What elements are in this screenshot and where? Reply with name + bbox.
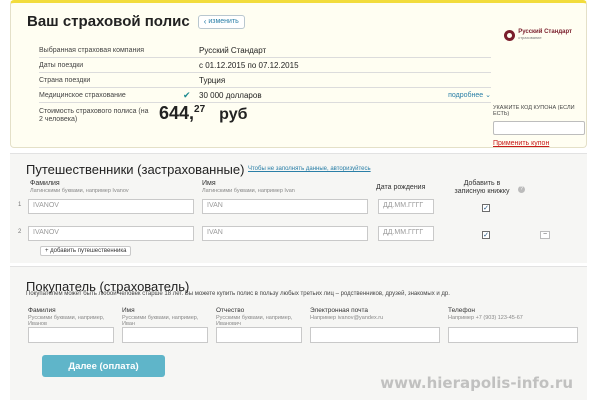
- buyer-note: Покупателем может быть любой человек ста…: [26, 291, 450, 297]
- chevron-down-icon: ⌄: [485, 92, 491, 99]
- coupon-block: УКАЖИТЕ КОД КУПОНА (ЕСЛИ ЕСТЬ) Применить…: [493, 105, 589, 147]
- buyer-patronymic-input[interactable]: [216, 327, 302, 343]
- traveller-firstname-input[interactable]: IVAN: [202, 226, 368, 241]
- policy-row-label: Даты поездки: [39, 61, 84, 69]
- buyer-email-input[interactable]: [310, 327, 440, 343]
- buyer-email-header: Электронная почта: [310, 307, 369, 314]
- russian-standard-logo: Русский Стандарт страхование: [504, 29, 572, 41]
- col-lastname-header: Фамилия: [30, 180, 60, 187]
- travellers-title: Путешественники (застрахованные): [26, 162, 245, 177]
- info-icon[interactable]: ?: [518, 186, 525, 193]
- buyer-firstname-hint: Русскими буквами, например, Иван: [122, 315, 199, 327]
- traveller-lastname-input[interactable]: IVANOV: [28, 226, 194, 241]
- add-to-notebook-checkbox[interactable]: ✓: [482, 231, 490, 239]
- chevron-left-icon: ‹: [203, 16, 207, 26]
- buyer-lastname-input[interactable]: [28, 327, 114, 343]
- buyer-patronymic-header: Отчество: [216, 307, 245, 314]
- policy-row-value: Русский Стандарт: [199, 45, 267, 55]
- policy-summary-card: Ваш страховой полис ‹ изменить Выбранная…: [10, 0, 587, 148]
- traveller-birthdate-input[interactable]: ДД.ММ.ГГГГ: [378, 226, 434, 241]
- policy-cost-currency: руб: [219, 106, 248, 123]
- policy-info-table: Выбранная страховая компания Русский Ста…: [39, 43, 491, 103]
- col-notebook-header: Добавить в записную книжку: [454, 180, 510, 195]
- traveller-birthdate-input[interactable]: ДД.ММ.ГГГГ: [378, 199, 434, 214]
- login-to-autofill-link[interactable]: Чтобы не заполнять данные, авторизуйтесь: [248, 166, 371, 172]
- add-to-notebook-checkbox[interactable]: ✓: [482, 204, 490, 212]
- apply-coupon-link[interactable]: Применить купон: [493, 140, 589, 147]
- policy-cost-decimal: 27: [194, 104, 206, 115]
- policy-row-company: Выбранная страховая компания Русский Ста…: [39, 43, 491, 58]
- policy-row-value: Турция: [199, 75, 226, 85]
- policy-cost-integer: 644,: [159, 103, 195, 123]
- buyer-lastname-hint: Русскими буквами, например, Иванов: [28, 315, 105, 327]
- logo-mark-icon: [504, 29, 516, 41]
- next-payment-button[interactable]: Далее (оплата): [42, 355, 165, 377]
- policy-row-value: 30 000 долларов: [199, 90, 262, 100]
- watermark: www.hierapolis-info.ru: [380, 374, 573, 392]
- policy-row-label: Выбранная страховая компания: [39, 46, 145, 54]
- traveller-row-number: 1: [18, 202, 22, 208]
- col-firstname-hint: Латинскими буквами, например Ivan: [202, 188, 295, 194]
- buyer-patronymic-hint: Русскими буквами, например, Иванович: [216, 315, 293, 327]
- col-birthdate-header: Дата рождения: [376, 184, 426, 191]
- policy-title: Ваш страховой полис: [27, 13, 190, 30]
- medical-more-link[interactable]: подробнее ⌄: [448, 91, 491, 99]
- buyer-lastname-header: Фамилия: [28, 307, 56, 314]
- logo-text: Русский Стандарт страхование: [518, 29, 572, 41]
- buyer-firstname-header: Имя: [122, 307, 135, 314]
- policy-title-row: Ваш страховой полис ‹ изменить: [27, 13, 245, 30]
- medical-more-label: подробнее: [448, 92, 484, 99]
- policy-row-country: Страна поездки Турция: [39, 73, 491, 88]
- col-firstname-header: Имя: [202, 180, 216, 187]
- traveller-row-number: 2: [18, 229, 22, 235]
- col-lastname-hint: Латинскими буквами, например Ivanov: [30, 188, 129, 194]
- travellers-section: Путешественники (застрахованные) Чтобы н…: [10, 153, 587, 263]
- coupon-label: УКАЖИТЕ КОД КУПОНА (ЕСЛИ ЕСТЬ): [493, 105, 575, 117]
- policy-row-dates: Даты поездки с 01.12.2015 по 07.12.2015: [39, 58, 491, 73]
- traveller-firstname-input[interactable]: IVAN: [202, 199, 368, 214]
- buyer-email-hint: Например ivanov@yandex.ru: [310, 315, 384, 321]
- buyer-firstname-input[interactable]: [122, 327, 208, 343]
- policy-row-medical: Медицинское страхование ✔ 30 000 долларо…: [39, 88, 491, 103]
- coupon-input[interactable]: [493, 120, 585, 135]
- add-traveller-button[interactable]: + добавить путешественника: [40, 246, 132, 256]
- policy-cost-row: Стоимость страхового полиса (на 2 челове…: [39, 103, 248, 124]
- buyer-phone-input[interactable]: [448, 327, 578, 343]
- remove-traveller-button[interactable]: −: [540, 231, 550, 239]
- policy-cost-value: 644,27: [159, 103, 205, 124]
- change-policy-button[interactable]: ‹ изменить: [197, 14, 245, 29]
- policy-row-label: Страна поездки: [39, 76, 91, 84]
- policy-row-value: с 01.12.2015 по 07.12.2015: [199, 60, 299, 70]
- change-policy-label: изменить: [208, 18, 239, 25]
- buyer-section: Покупатель (страхователь) Покупателем мо…: [10, 266, 587, 400]
- buyer-phone-hint: Например +7 (903) 123-45-67: [448, 315, 523, 321]
- traveller-lastname-input[interactable]: IVANOV: [28, 199, 194, 214]
- check-icon: ✔: [183, 89, 191, 100]
- policy-cost-label: Стоимость страхового полиса (на 2 челове…: [39, 108, 149, 123]
- logo-subtitle: страхование: [518, 35, 542, 40]
- buyer-phone-header: Телефон: [448, 307, 475, 314]
- policy-row-label: Медицинское страхование: [39, 91, 126, 99]
